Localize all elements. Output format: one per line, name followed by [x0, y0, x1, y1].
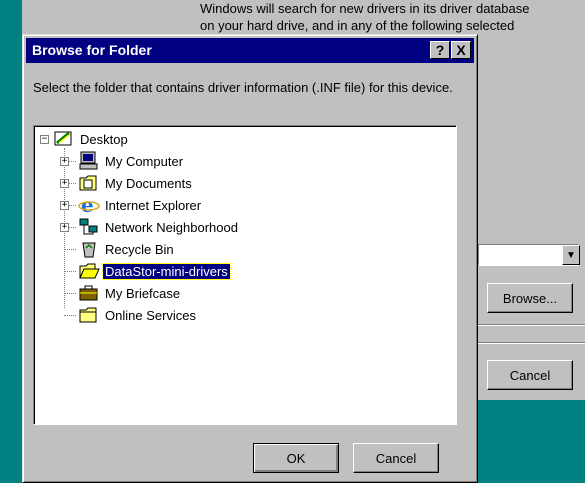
open-folder-icon — [79, 263, 100, 279]
tree-node-my-computer[interactable]: + My Computer — [60, 150, 185, 172]
expand-icon[interactable]: + — [60, 201, 69, 210]
network-icon — [79, 218, 98, 235]
expand-icon[interactable]: + — [60, 179, 69, 188]
browse-for-folder-dialog: Browse for Folder ? X Select the folder … — [22, 34, 478, 483]
tree-node-internet-explorer[interactable]: + e Internet Explorer — [60, 194, 203, 216]
tree-node-my-briefcase[interactable]: My Briefcase — [60, 282, 182, 304]
close-button[interactable]: X — [451, 41, 471, 59]
tree-node-network-neighborhood[interactable]: + Network Neighborhood — [60, 216, 240, 238]
recycle-bin-icon — [82, 242, 96, 258]
combo-dropdown-arrow-icon[interactable]: ▼ — [562, 245, 580, 265]
folder-icon — [79, 307, 97, 323]
desktop-background-right — [478, 400, 585, 483]
tree-node-online-services[interactable]: Online Services — [60, 304, 198, 326]
separator-line — [478, 342, 585, 344]
internet-explorer-icon: e — [78, 195, 100, 215]
folder-documents-icon — [79, 175, 97, 191]
tree-node-label: Desktop — [80, 131, 128, 147]
close-icon: X — [456, 42, 466, 58]
tree-node-recycle-bin[interactable]: Recycle Bin — [60, 238, 176, 260]
briefcase-icon — [79, 285, 98, 301]
separator-line — [478, 324, 585, 326]
browse-button-label: Browse... — [502, 290, 558, 306]
tree-node-label: My Briefcase — [105, 285, 181, 301]
wizard-cancel-label: Cancel — [509, 367, 551, 383]
wizard-text-line-1: Windows will search for new drivers in i… — [200, 1, 530, 16]
tree-node-label: My Computer — [105, 153, 184, 169]
expand-icon[interactable]: + — [60, 223, 69, 232]
cancel-button-label: Cancel — [375, 450, 417, 466]
tree-node-datastor-mini-drivers[interactable]: DataStor-mini-drivers — [60, 260, 231, 282]
dialog-titlebar[interactable]: Browse for Folder ? X — [26, 38, 474, 63]
tree-node-label: Network Neighborhood — [105, 219, 238, 235]
browse-button[interactable]: Browse... — [487, 283, 573, 313]
svg-text:e: e — [81, 195, 94, 215]
tree-node-label: Internet Explorer — [105, 197, 202, 213]
computer-icon — [79, 151, 98, 170]
expand-icon[interactable]: + — [60, 157, 69, 166]
desktop-icon — [54, 131, 72, 146]
tree-connector — [64, 315, 76, 316]
folder-tree[interactable]: − Desktop + My Computer + My Documents +… — [33, 125, 457, 425]
tree-node-label: DataStor-mini-drivers — [102, 262, 231, 280]
tree-connector — [64, 293, 76, 294]
tree-connector — [64, 249, 76, 250]
wizard-description: Windows will search for new drivers in i… — [200, 0, 585, 34]
wizard-text-line-2: on your hard drive, and in any of the fo… — [200, 18, 515, 33]
dialog-instruction: Select the folder that contains driver i… — [33, 80, 453, 95]
help-icon: ? — [435, 42, 445, 58]
cancel-button[interactable]: Cancel — [353, 443, 439, 473]
ok-button[interactable]: OK — [253, 443, 339, 473]
tree-connector — [64, 271, 76, 272]
tree-node-my-documents[interactable]: + My Documents — [60, 172, 194, 194]
tree-node-label: My Documents — [105, 175, 192, 191]
ok-button-label: OK — [286, 450, 306, 466]
help-button[interactable]: ? — [430, 41, 450, 59]
dialog-title: Browse for Folder — [32, 42, 152, 58]
tree-node-desktop[interactable]: − Desktop — [40, 128, 130, 150]
tree-node-label: Recycle Bin — [105, 241, 174, 257]
wizard-cancel-button[interactable]: Cancel — [487, 360, 573, 390]
tree-node-label: Online Services — [105, 307, 197, 323]
collapse-icon[interactable]: − — [40, 134, 49, 144]
